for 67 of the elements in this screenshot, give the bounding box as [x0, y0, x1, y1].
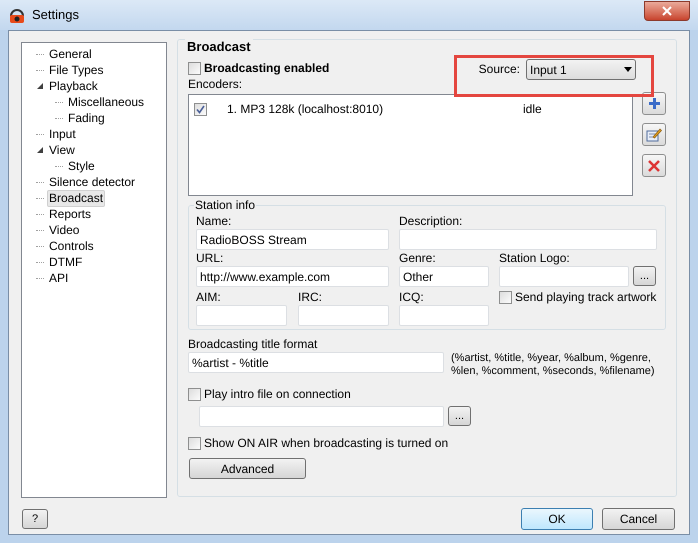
expander-icon[interactable]: [37, 147, 43, 153]
checkbox-label: Broadcasting enabled: [204, 60, 330, 77]
delete-button[interactable]: [642, 154, 666, 177]
browse-button[interactable]: ...: [448, 406, 471, 426]
tree-item[interactable]: DTMF: [47, 254, 84, 270]
checkbox-label: Show ON AIR when broadcasting is turned on: [204, 435, 448, 452]
tree-item[interactable]: Input: [47, 126, 78, 142]
checkbox[interactable]: [194, 102, 207, 116]
edit-button[interactable]: [642, 123, 666, 146]
intro-file-field[interactable]: [199, 406, 444, 427]
checkbox[interactable]: [188, 388, 201, 400]
tree-item[interactable]: Controls: [47, 238, 96, 254]
tree-item[interactable]: File Types: [47, 62, 106, 78]
tree-item[interactable]: Playback: [47, 78, 100, 94]
field-label: Description:: [399, 214, 464, 229]
field-label: Genre:: [399, 251, 437, 266]
encoder-status: idle: [523, 101, 542, 118]
tree-item[interactable]: Style: [66, 158, 97, 174]
dropdown-arrow-icon: [624, 67, 632, 72]
window-title: Settings: [32, 6, 79, 24]
tree-item[interactable]: Fading: [66, 110, 107, 126]
edit-icon: [646, 126, 662, 142]
field-label: Broadcasting title format: [188, 337, 318, 352]
browse-button[interactable]: ...: [633, 266, 656, 286]
text-field[interactable]: [399, 305, 489, 326]
source-dropdown[interactable]: Input 1: [526, 59, 636, 80]
field-label: AIM:: [196, 290, 222, 305]
tree-item[interactable]: Silence detector: [47, 174, 138, 190]
text-field[interactable]: Other: [399, 266, 489, 287]
delete-icon: [648, 160, 660, 172]
encoder-name[interactable]: 1. MP3 128k (localhost:8010): [227, 100, 523, 118]
text-field[interactable]: %artist - %title: [188, 352, 444, 373]
advanced-button[interactable]: Advanced: [189, 458, 306, 479]
add-button[interactable]: [642, 92, 666, 115]
tree-item[interactable]: View: [47, 142, 77, 158]
field-label: IRC:: [298, 290, 323, 305]
tree-item[interactable]: General: [47, 46, 94, 62]
text-field[interactable]: [399, 229, 657, 250]
field-label: ICQ:: [399, 290, 425, 305]
tree-item[interactable]: API: [47, 270, 70, 286]
field-label: Name:: [196, 214, 232, 229]
format-hint: (%artist, %title, %year, %album, %genre, %len, %comment, %seconds, %filename): [451, 352, 655, 378]
checkbox-label: Play intro file on connection: [204, 386, 351, 403]
field-label: Source:: [478, 62, 520, 77]
text-field[interactable]: http://www.example.com: [196, 266, 389, 287]
close-icon: [662, 6, 672, 16]
tree-item[interactable]: Reports: [47, 206, 94, 222]
tree-item[interactable]: Broadcast: [47, 190, 106, 206]
text-field[interactable]: [499, 266, 629, 287]
text-field[interactable]: RadioBOSS Stream: [196, 229, 389, 250]
text-field[interactable]: [298, 305, 389, 326]
checkbox[interactable]: [499, 290, 512, 304]
tree-item[interactable]: Video: [47, 222, 82, 238]
cancel-button[interactable]: Cancel: [602, 508, 675, 530]
field-label: URL:: [196, 251, 224, 266]
plus-icon: [648, 97, 660, 110]
checkbox-label: Send playing track artwork: [515, 289, 656, 306]
close-button[interactable]: [644, 1, 690, 21]
encoders-label: Encoders:: [188, 77, 244, 92]
ok-button[interactable]: OK: [521, 508, 593, 530]
text-field[interactable]: [196, 305, 287, 326]
checkbox[interactable]: [188, 62, 201, 74]
field-label: Station Logo:: [499, 251, 571, 266]
help-button[interactable]: ?: [22, 509, 48, 529]
tree-item[interactable]: Miscellaneous: [66, 94, 146, 110]
checkbox[interactable]: [188, 436, 201, 450]
expander-icon[interactable]: [37, 83, 43, 89]
